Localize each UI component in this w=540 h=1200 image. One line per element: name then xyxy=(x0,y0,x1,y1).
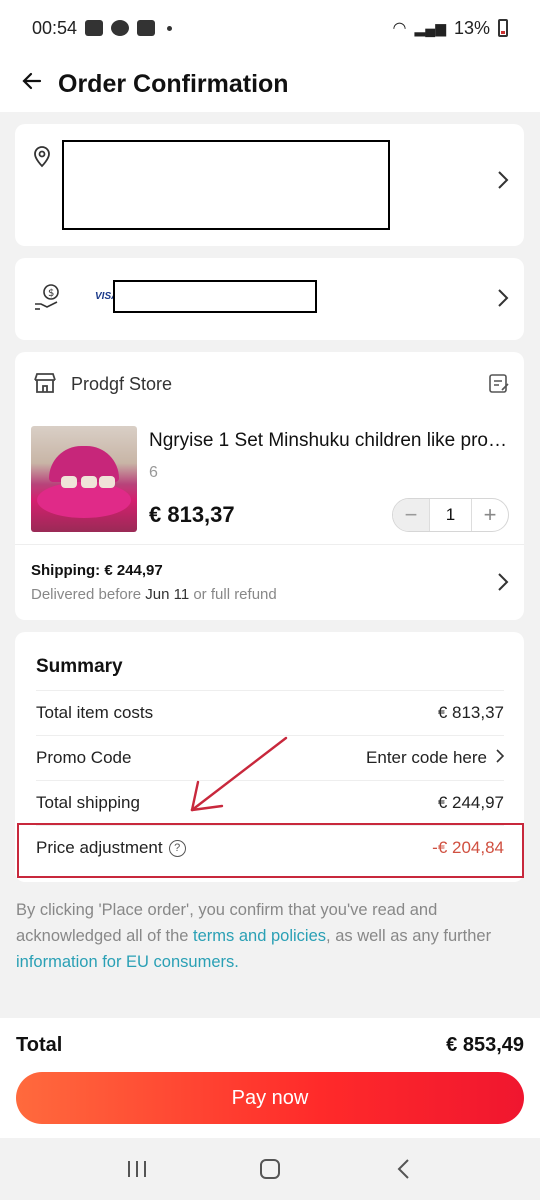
shipping-address-card[interactable] xyxy=(15,124,524,246)
battery-icon xyxy=(498,19,508,37)
total-value: € 853,49 xyxy=(446,1034,524,1056)
summary-value: € 244,97 xyxy=(437,793,504,812)
status-time: 00:54 xyxy=(32,17,78,38)
product-price: € 813,37 xyxy=(149,502,235,527)
battery-percent: 13% xyxy=(453,17,490,38)
store-name[interactable]: Prodgf Store xyxy=(71,374,172,395)
annotation-arrow-icon xyxy=(190,736,288,812)
more-notifications-icon xyxy=(167,25,173,31)
wifi-icon: ◠ xyxy=(392,20,407,37)
checkout-bar: Total € 853,49 Pay now xyxy=(0,1018,540,1138)
thumb-pillow xyxy=(99,476,115,488)
summary-label: Total shipping xyxy=(36,793,140,812)
annotation-highlight-box xyxy=(17,823,524,878)
payment-hand-coin-icon: $ xyxy=(35,284,59,310)
thumb-pillow xyxy=(81,476,97,488)
back-arrow-icon[interactable] xyxy=(20,69,58,100)
delivery-prefix: Delivered before xyxy=(31,586,142,603)
payment-method-card[interactable]: $ VISA xyxy=(15,258,524,340)
delivery-estimate: Delivered before Jun 11 or full refund xyxy=(31,586,277,603)
page-title: Order Confirmation xyxy=(58,69,289,98)
edit-note-icon[interactable] xyxy=(488,372,510,394)
summary-label: Total item costs xyxy=(36,703,154,722)
delivery-suffix: or full refund xyxy=(193,586,277,603)
delivery-date: Jun 11 xyxy=(145,586,190,603)
status-right: ◠ ▂▄▆ 13% xyxy=(393,18,508,39)
status-bar: 00:54 ◠ ▂▄▆ 13% xyxy=(0,0,540,56)
back-nav-icon[interactable] xyxy=(383,1149,423,1189)
promo-code-input[interactable]: Enter code here xyxy=(366,748,487,768)
store-order-card: Prodgf Store Ngryise 1 Set Minshuku chil… xyxy=(15,352,524,620)
app-header: Order Confirmation xyxy=(0,56,540,112)
system-nav-bar xyxy=(0,1138,540,1200)
chevron-right-icon xyxy=(496,170,510,196)
svg-text:$: $ xyxy=(48,288,54,299)
chevron-right-icon[interactable] xyxy=(496,572,510,598)
product-title[interactable]: Ngryise 1 Set Minshuku children like pro… xyxy=(149,430,513,452)
pay-now-button[interactable]: Pay now xyxy=(16,1072,524,1124)
disclaimer-period: . xyxy=(234,953,239,971)
product-thumbnail[interactable] xyxy=(31,426,137,532)
gallery-notification-icon xyxy=(85,20,104,36)
recent-apps-icon[interactable] xyxy=(117,1149,157,1189)
decrease-quantity-button[interactable]: − xyxy=(393,499,429,531)
redacted-card-number xyxy=(113,280,317,313)
summary-value: € 813,37 xyxy=(437,703,504,722)
product-variant: 6 xyxy=(149,464,158,481)
shipping-cost: Shipping: € 244,97 xyxy=(31,562,163,579)
terms-disclaimer: By clicking 'Place order', you confirm t… xyxy=(16,897,524,975)
chevron-right-icon xyxy=(495,748,505,768)
total-label: Total xyxy=(16,1034,63,1056)
quantity-stepper: − 1 + xyxy=(392,498,509,532)
eu-info-link[interactable]: information for EU consumers xyxy=(16,953,234,971)
home-button[interactable] xyxy=(250,1149,290,1189)
divider xyxy=(15,544,524,545)
terms-link[interactable]: terms and policies xyxy=(193,927,326,945)
summary-row-item-costs: Total item costs € 813,37 xyxy=(36,690,504,735)
chevron-right-icon xyxy=(496,288,510,314)
status-left: 00:54 xyxy=(32,17,173,39)
home-icon xyxy=(259,1159,280,1179)
redacted-address xyxy=(62,140,390,230)
store-icon xyxy=(34,373,56,393)
disclaimer-text: , as well as any further xyxy=(326,927,492,945)
location-pin-icon xyxy=(34,146,50,168)
signal-icon: ▂▄▆ xyxy=(414,19,446,36)
mail-notification-icon xyxy=(137,20,156,36)
thumb-pillow xyxy=(61,476,77,488)
viber-notification-icon xyxy=(111,20,130,36)
summary-title: Summary xyxy=(36,656,123,677)
summary-label: Promo Code xyxy=(36,748,132,767)
increase-quantity-button[interactable]: + xyxy=(472,499,508,531)
quantity-value[interactable]: 1 xyxy=(429,499,472,531)
